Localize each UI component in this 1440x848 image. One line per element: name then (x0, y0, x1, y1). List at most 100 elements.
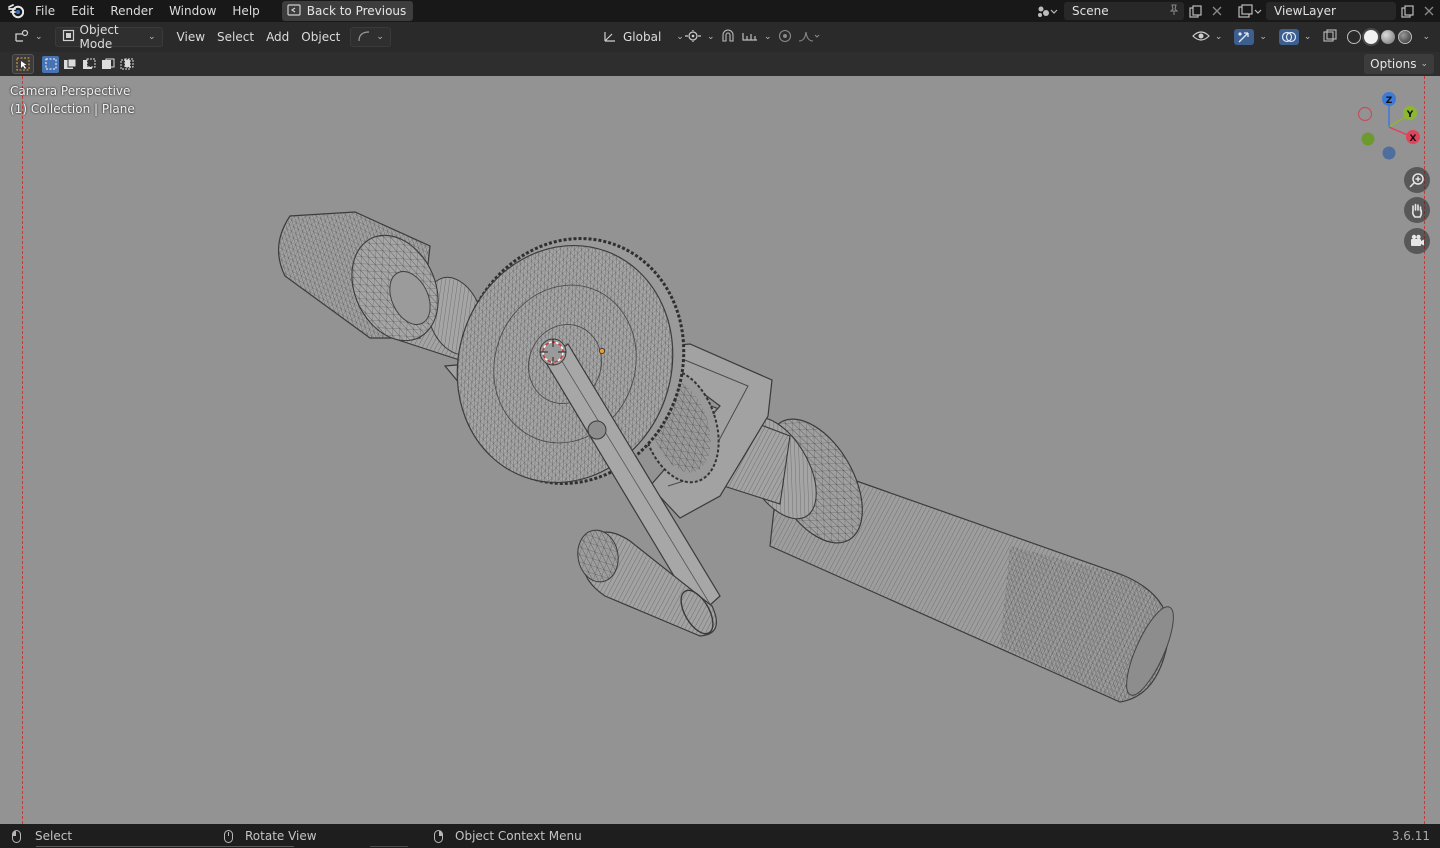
back-icon (287, 3, 301, 19)
chevron-down-icon: ⌄ (1303, 32, 1312, 42)
hand-drill-mesh[interactable]: Z Y X (0, 76, 1440, 824)
3d-viewport[interactable]: Z Y X Camera Perspective (1) Collection … (0, 76, 1440, 824)
xray-toggle[interactable] (1317, 27, 1343, 47)
viewlayer-name: ViewLayer (1274, 4, 1336, 18)
chevron-down-icon: ⌄ (764, 32, 772, 42)
viewport-header: ⌄ Object Mode ⌄ View Select Add Object ⌄… (0, 22, 1440, 52)
set-new-selection-icon[interactable] (42, 55, 59, 73)
options-dropdown[interactable]: Options ⌄ (1364, 54, 1434, 74)
select-box-tool-icon[interactable] (12, 54, 34, 74)
mouse-left-icon (12, 829, 21, 843)
menu-render[interactable]: Render (102, 0, 161, 22)
gizmo-neg-z-icon[interactable] (1382, 146, 1396, 160)
rendered-shading-icon[interactable] (1398, 30, 1413, 44)
new-viewlayer-icon[interactable] (1396, 1, 1418, 21)
mouse-right-icon (434, 829, 443, 843)
scene-selector-area: Scene ViewLayer (1030, 0, 1440, 22)
navigation-gizmo[interactable]: Z Y X (1357, 92, 1421, 160)
gizmo-y-label: Y (1406, 110, 1414, 120)
status-rotate-label: Rotate View (245, 829, 317, 843)
selection-mode-group (42, 55, 135, 73)
material-shading-icon[interactable] (1381, 30, 1396, 44)
overlays-icon (1278, 29, 1299, 45)
viewport-object-label: (1) Collection | Plane (10, 102, 135, 116)
solid-shading-icon[interactable] (1364, 30, 1379, 44)
viewlayer-browse-icon[interactable] (1234, 1, 1266, 21)
object-visibility-dropdown[interactable]: ⌄ (1186, 27, 1229, 47)
menu-object[interactable]: Object (295, 30, 346, 44)
proportional-edit-icon (778, 29, 792, 46)
gizmo-toggle[interactable]: ⌄ (1228, 27, 1273, 47)
status-select-label: Select (35, 829, 73, 843)
zoom-icon[interactable] (1404, 167, 1430, 193)
subtract-selection-icon[interactable] (80, 56, 97, 73)
proportional-edit-toggle[interactable] (772, 27, 827, 47)
viewport-camera-label: Camera Perspective (10, 84, 131, 98)
gizmo-icon (1234, 29, 1255, 45)
pin-icon[interactable] (1168, 4, 1180, 19)
object-mode-dropdown[interactable]: Object Mode ⌄ (54, 23, 163, 51)
top-menu-bar: File Edit Render Window Help Back to Pre… (0, 0, 1440, 22)
falloff-icon[interactable] (797, 29, 821, 46)
pan-hand-icon[interactable] (1404, 197, 1430, 223)
blender-logo-icon[interactable] (5, 0, 27, 22)
extend-selection-icon[interactable] (61, 56, 78, 73)
gizmo-z-label: Z (1386, 96, 1393, 106)
status-divider (370, 846, 408, 847)
status-divider (36, 846, 294, 847)
chevron-down-icon: ⌄ (376, 32, 384, 42)
shading-mode-group (1343, 30, 1416, 44)
options-label: Options (1370, 57, 1417, 71)
object-gizmo-dropdown[interactable]: ⌄ (350, 27, 391, 47)
chevron-down-icon: ⌄ (1420, 59, 1428, 69)
xray-icon (1323, 28, 1338, 46)
status-context-label: Object Context Menu (455, 829, 582, 843)
status-rotate-hint: Rotate View (224, 829, 317, 843)
wireframe-shading-icon[interactable] (1347, 30, 1362, 44)
curve-icon (357, 30, 371, 45)
transform-orientation-label: Global (623, 30, 662, 44)
menu-view[interactable]: View (171, 30, 211, 44)
menu-edit[interactable]: Edit (63, 0, 102, 22)
chevron-down-icon: ⌄ (1422, 32, 1430, 42)
menu-file[interactable]: File (27, 0, 63, 22)
menu-help[interactable]: Help (224, 0, 267, 22)
camera-view-icon[interactable] (1404, 228, 1430, 254)
scene-name-field[interactable]: Scene (1064, 2, 1184, 20)
transform-orientation-dropdown[interactable]: Global ⌄ (596, 27, 690, 47)
invert-selection-icon[interactable] (99, 56, 116, 73)
snap-toggle[interactable]: ⌄ (714, 27, 778, 47)
status-bar: Select Rotate View Object Context Menu 3… (0, 824, 1440, 848)
editor-type-icon (14, 29, 30, 46)
chevron-down-icon: ⌄ (1214, 32, 1223, 42)
new-scene-icon[interactable] (1184, 1, 1206, 21)
scene-browse-icon[interactable] (1030, 1, 1064, 21)
status-context-hint: Object Context Menu (434, 829, 582, 843)
viewport-shading-controls: ⌄ ⌄ ⌄ ⌄ (1186, 22, 1440, 52)
overlays-toggle[interactable]: ⌄ (1273, 27, 1318, 47)
pivot-icon (684, 29, 702, 46)
gizmo-neg-x-icon[interactable] (1357, 106, 1373, 122)
camera-frame-left-border (22, 76, 23, 824)
back-to-previous-button[interactable]: Back to Previous (281, 1, 414, 21)
editor-type-dropdown[interactable]: ⌄ (8, 27, 49, 47)
gizmo-neg-y-icon[interactable] (1361, 132, 1375, 146)
intersect-selection-icon[interactable] (118, 56, 135, 73)
scene-name: Scene (1072, 4, 1109, 18)
menu-add[interactable]: Add (260, 30, 295, 44)
orientation-icon (602, 29, 618, 46)
delete-viewlayer-icon[interactable] (1418, 1, 1440, 21)
snap-grid-icon[interactable] (741, 29, 759, 46)
object-mode-icon (62, 29, 75, 45)
blender-version: 3.6.11 (1391, 829, 1430, 843)
chevron-down-icon: ⌄ (148, 32, 156, 42)
delete-scene-icon[interactable] (1206, 1, 1228, 21)
magnet-icon (720, 29, 736, 46)
viewlayer-name-field[interactable]: ViewLayer (1266, 2, 1396, 20)
menu-select[interactable]: Select (211, 30, 260, 44)
shading-options-dropdown[interactable]: ⌄ (1416, 27, 1436, 47)
object-mode-label: Object Mode (79, 23, 119, 51)
mouse-middle-icon (224, 829, 233, 843)
menu-window[interactable]: Window (161, 0, 224, 22)
object-origin-icon (599, 348, 605, 354)
